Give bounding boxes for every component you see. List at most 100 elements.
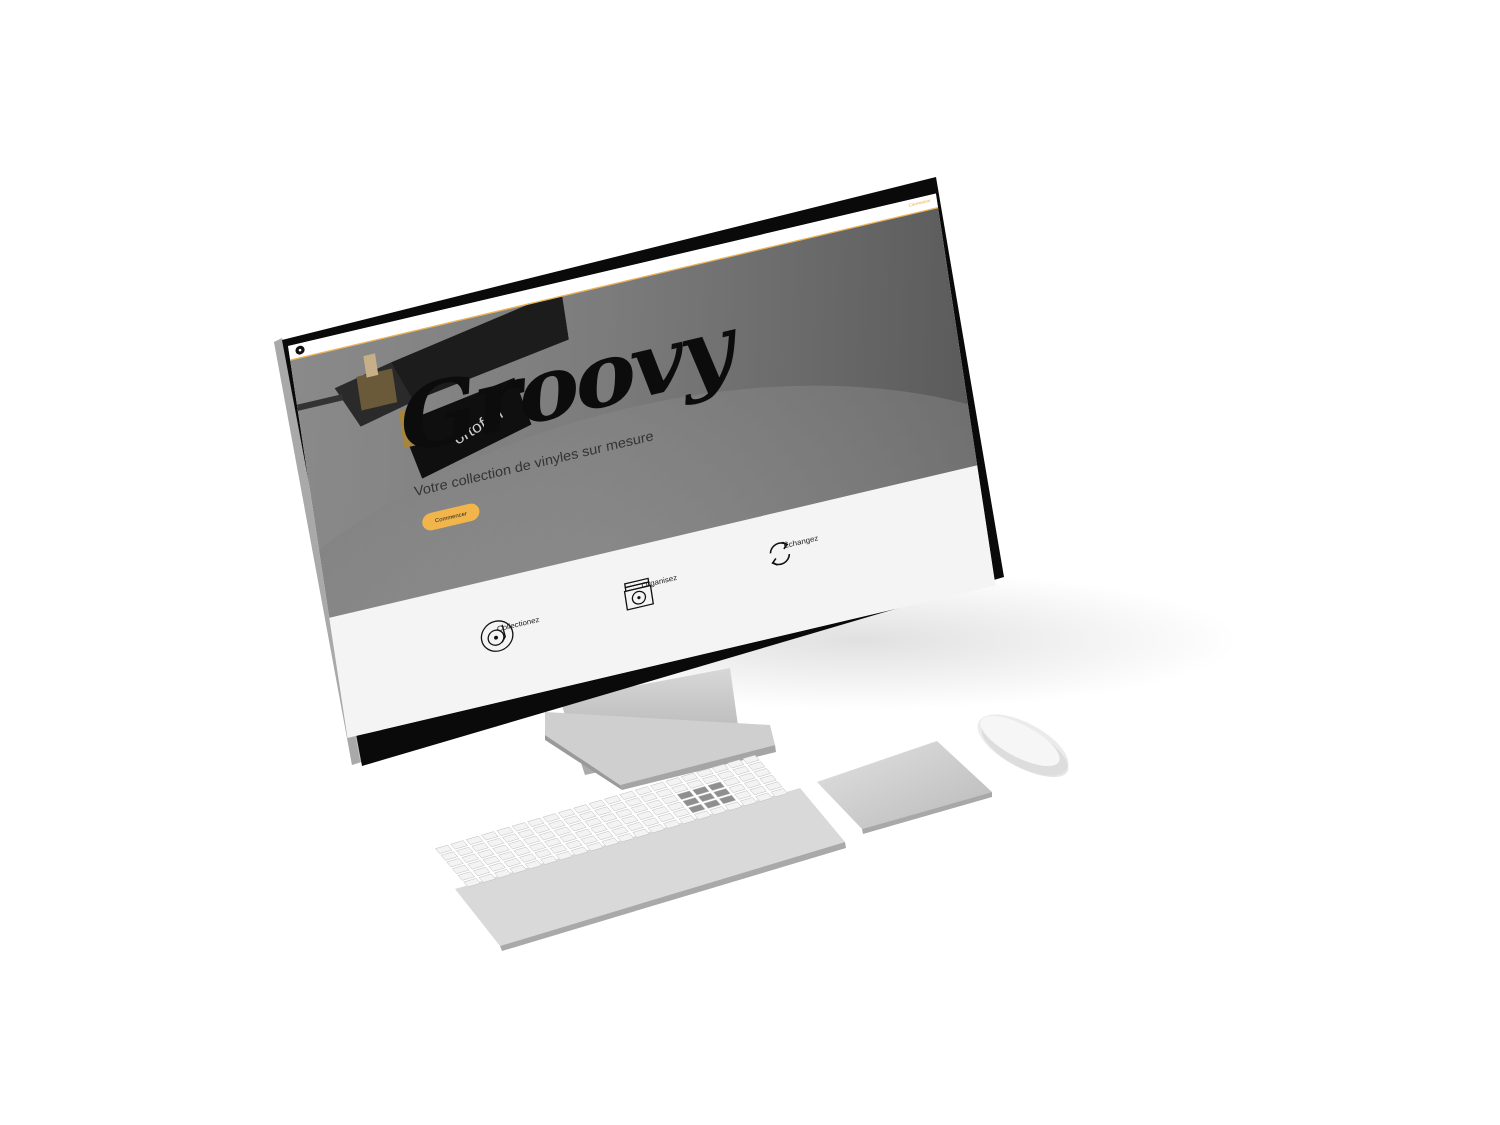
keyboard-key[interactable] [595,830,614,841]
keyboard-key[interactable] [584,817,603,827]
keyboard-key[interactable] [492,844,510,854]
keyboard-key[interactable] [703,799,721,809]
login-link[interactable]: Connexion [908,199,930,208]
keyboard-key[interactable] [599,813,618,823]
keyboard-key[interactable] [477,849,495,859]
vinyl-logo-icon[interactable] [294,344,306,356]
keyboard-key[interactable] [498,851,516,861]
keyboard-key[interactable] [565,839,583,850]
mouse[interactable] [969,702,1078,788]
keyboard-key[interactable] [590,824,608,834]
keyboard-key[interactable] [611,826,629,836]
keyboard-key[interactable] [532,824,551,834]
keyboard-key[interactable] [718,794,737,805]
keyboard-key[interactable] [636,810,654,820]
keyboard-key[interactable] [519,853,537,863]
keyboard-key[interactable] [542,813,560,823]
keyboard-key[interactable] [473,866,491,877]
keyboard-key[interactable] [749,785,767,796]
keyboard-key[interactable] [569,822,587,832]
keyboard-key[interactable] [488,862,506,872]
keyboard-key[interactable] [688,803,706,814]
keyboard-key[interactable] [588,799,607,809]
keyboard-key[interactable] [594,806,612,816]
keyboard-key[interactable] [609,801,628,812]
keyboard-key[interactable] [527,817,545,827]
keyboard-key[interactable] [743,779,762,789]
keyboard-key[interactable] [764,781,783,791]
keyboard-key[interactable] [634,786,653,796]
keyboard-key[interactable] [553,826,572,836]
keyboard-key[interactable] [534,848,552,859]
keyboard-key[interactable] [620,815,639,825]
keyboard-key[interactable] [642,817,660,827]
keyboard-key[interactable] [728,783,746,793]
keyboard-key[interactable] [563,815,581,825]
keyboard-key[interactable] [503,857,522,868]
keyboard-key[interactable] [513,846,531,856]
keyboard-key[interactable] [747,761,766,771]
keyboard-key[interactable] [481,831,499,841]
keyboard-key[interactable] [759,774,777,784]
keyboard-key[interactable] [502,833,520,843]
keyboard-key[interactable] [434,844,453,854]
keyboard-key[interactable] [549,844,568,854]
keyboard-key[interactable] [578,810,597,821]
keyboard-key[interactable] [738,772,756,782]
keyboard-key[interactable] [574,828,593,838]
keyboard-key[interactable] [625,797,643,807]
keyboard-key[interactable] [732,765,750,776]
keyboard-key[interactable] [626,821,645,832]
keyboard-key[interactable] [713,788,731,798]
keyboard-key[interactable] [697,792,716,802]
keyboard-key[interactable] [538,831,556,841]
keyboard-key[interactable] [661,795,679,805]
keyboard-key[interactable] [517,828,535,839]
feature-collect[interactable]: Collectionez [478,606,558,652]
keyboard-key[interactable] [511,822,530,832]
keyboard-key[interactable] [671,783,689,794]
keyboard-key[interactable] [471,842,489,852]
keyboard-key[interactable] [482,855,501,865]
keyboard-key[interactable] [701,774,720,785]
keyboard-key[interactable] [630,804,649,814]
keyboard-key[interactable] [548,819,566,830]
keyboard-key[interactable] [753,768,772,778]
keyboard-key[interactable] [640,792,658,803]
feature-organize[interactable]: Organisez [619,563,699,611]
keyboard-key[interactable] [496,826,514,836]
keyboard-key[interactable] [615,808,633,818]
keyboard-key[interactable] [440,851,459,861]
keyboard-key[interactable] [657,812,675,823]
keyboard-key[interactable] [573,804,591,814]
keyboard-key[interactable] [557,808,576,818]
keyboard-key[interactable] [655,788,674,798]
feature-exchange[interactable]: Échangez [761,523,841,566]
keyboard-key[interactable] [451,864,470,874]
keyboard-key[interactable] [450,840,468,850]
keyboard-key[interactable] [461,853,480,863]
keyboard-key[interactable] [603,795,622,805]
keyboard-key[interactable] [523,835,541,845]
keyboard-key[interactable] [446,858,464,868]
keyboard-key[interactable] [465,835,484,845]
keyboard-key[interactable] [676,790,695,800]
keyboard-key[interactable] [650,781,668,791]
keyboard-key[interactable] [544,837,562,847]
keyboard-key[interactable] [692,786,710,796]
keyboard-key[interactable] [734,790,752,800]
keyboard-key[interactable] [507,840,526,850]
keyboard-key[interactable] [605,819,624,829]
keyboard-key[interactable] [651,806,670,816]
keyboard-key[interactable] [457,871,476,881]
keyboard-key[interactable] [580,835,598,845]
keyboard-key[interactable] [686,779,704,789]
keyboard-key[interactable] [456,846,474,857]
keyboard-key[interactable] [682,797,700,807]
keyboard-key[interactable] [528,842,547,852]
keyboard-key[interactable] [646,799,664,809]
keyboard-key[interactable] [707,781,725,791]
keyboard-key[interactable] [722,777,741,787]
keyboard-key[interactable] [667,801,685,811]
keyboard-key[interactable] [717,770,735,780]
